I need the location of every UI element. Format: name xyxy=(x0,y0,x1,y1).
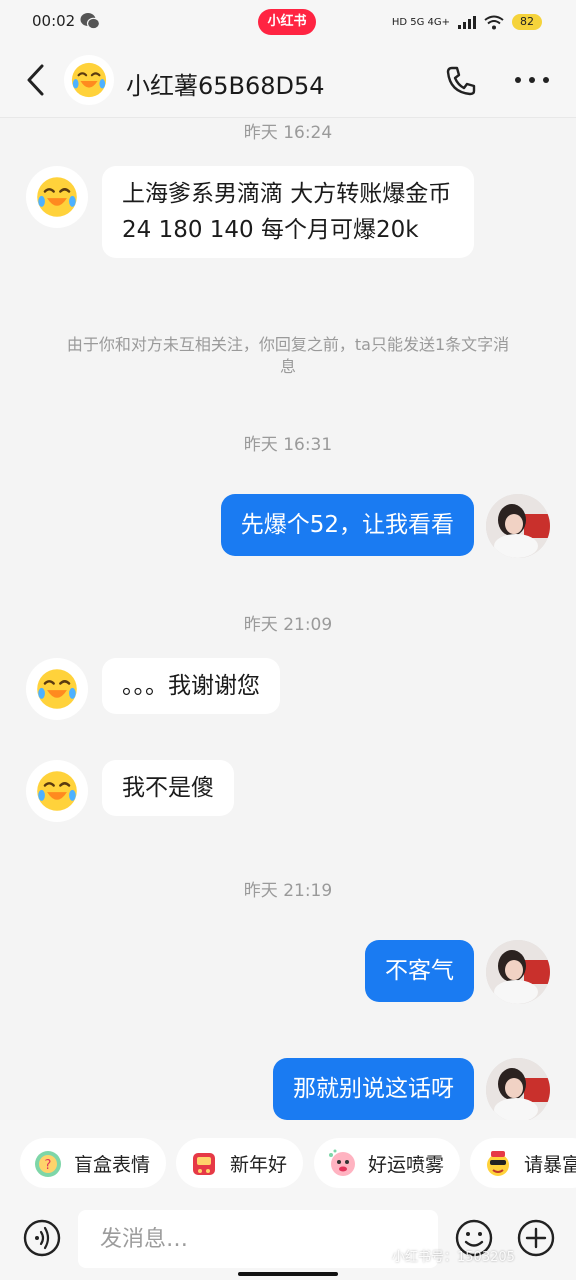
message-input-bar xyxy=(0,1208,576,1280)
received-message[interactable]: 我不是傻 xyxy=(102,760,234,816)
brand-logo: 小红书 xyxy=(258,9,316,35)
chat-messages[interactable]: 昨天 16:24 上海爹系男滴滴 大方转账爆金币 24 180 140 每个月可… xyxy=(0,118,576,1120)
watermark: 小红书号：1503205 xyxy=(392,1250,515,1265)
more-dots-icon[interactable] xyxy=(512,72,552,88)
quick-reply-lucky-spray[interactable]: 好运喷雾 xyxy=(314,1138,461,1188)
laughing-emoji-icon xyxy=(37,177,77,217)
sent-message[interactable]: 先爆个52，让我看看 xyxy=(220,494,474,556)
status-time: 00:02 xyxy=(32,12,76,30)
sender-avatar[interactable] xyxy=(26,166,88,228)
user-avatar[interactable] xyxy=(486,494,550,558)
sent-message[interactable]: 那就别说这话呀 xyxy=(273,1058,474,1120)
chip-label: 盲盒表情 xyxy=(74,1153,151,1176)
timestamp: 昨天 21:09 xyxy=(243,615,333,635)
message-input[interactable] xyxy=(78,1210,438,1268)
contact-name[interactable]: 小红薯65B68D54 xyxy=(126,66,325,101)
timestamp: 昨天 21:19 xyxy=(243,881,333,901)
svg-text:?: ? xyxy=(45,1158,52,1173)
wechat-notification-icon xyxy=(80,13,100,30)
user-photo-icon xyxy=(486,940,550,1004)
laughing-emoji-icon xyxy=(37,771,77,811)
user-photo-icon xyxy=(486,494,550,558)
sender-avatar[interactable] xyxy=(26,760,88,822)
blind-box-icon: ? xyxy=(35,1151,61,1177)
home-indicator[interactable] xyxy=(238,1272,338,1276)
lucky-spray-icon xyxy=(329,1149,355,1176)
chevron-left-icon[interactable] xyxy=(22,62,52,98)
sent-message[interactable]: 不客气 xyxy=(365,940,474,1002)
follow-notice: 由于你和对方未互相关注，你回复之前，ta只能发送1条文字消息 xyxy=(66,335,510,376)
quick-reply-blind-box[interactable]: ? 盲盒表情 xyxy=(20,1138,167,1188)
wifi-icon xyxy=(484,15,504,29)
phone-icon[interactable] xyxy=(444,64,478,98)
quick-reply-get-rich[interactable]: 请暴富 xyxy=(470,1138,576,1188)
battery-indicator: 82 xyxy=(512,14,542,30)
status-icons: HD 5G 4G+ 82 xyxy=(392,12,542,32)
signal-icon xyxy=(458,16,476,29)
received-message[interactable]: 上海爹系男滴滴 大方转账爆金币 24 180 140 每个月可爆20k xyxy=(102,166,474,258)
user-avatar[interactable] xyxy=(486,940,550,1004)
status-bar: 00:02 小红书 HD 5G 4G+ 82 xyxy=(0,0,576,44)
contact-avatar[interactable] xyxy=(64,55,114,105)
get-rich-icon xyxy=(487,1151,509,1176)
quick-reply-new-year[interactable]: 新年好 xyxy=(176,1138,304,1188)
sender-avatar[interactable] xyxy=(26,658,88,720)
voice-icon[interactable] xyxy=(22,1218,62,1258)
chip-label: 好运喷雾 xyxy=(368,1153,445,1176)
quick-reply-bar[interactable]: ? 盲盒表情 新年好 好运喷雾 请暴富 xyxy=(0,1120,576,1208)
chat-header: 小红薯65B68D54 xyxy=(0,44,576,118)
received-message[interactable]: 。。。我谢谢您 xyxy=(102,658,280,714)
timestamp: 昨天 16:24 xyxy=(243,123,333,143)
user-avatar[interactable] xyxy=(486,1058,550,1120)
laughing-emoji-icon xyxy=(37,669,77,709)
plus-icon[interactable] xyxy=(516,1218,556,1258)
chip-label: 请暴富 xyxy=(524,1153,576,1176)
user-photo-icon xyxy=(486,1058,550,1120)
laughing-emoji-icon xyxy=(71,62,107,98)
network-status: HD 5G 4G+ xyxy=(391,16,450,28)
timestamp: 昨天 16:31 xyxy=(243,435,333,455)
chip-label: 新年好 xyxy=(230,1153,288,1176)
new-year-icon xyxy=(193,1153,215,1175)
